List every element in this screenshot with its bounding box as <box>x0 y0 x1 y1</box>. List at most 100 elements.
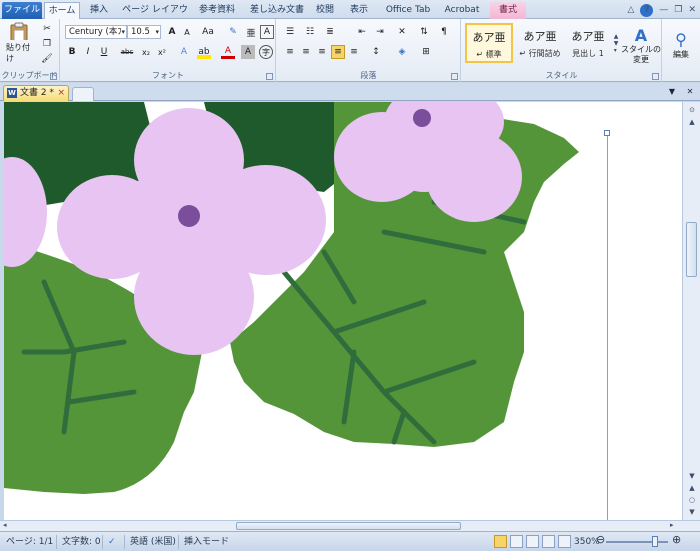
character-border-button[interactable]: A <box>260 25 274 39</box>
grow-font-button[interactable]: A <box>165 25 179 39</box>
cut-icon[interactable]: ✂ <box>40 22 54 36</box>
sort-icon[interactable]: ⇅ <box>417 25 431 39</box>
tab-office-tab[interactable]: Office Tab <box>380 2 436 19</box>
new-tab-button[interactable] <box>72 87 94 101</box>
tab-format[interactable]: 書式 <box>490 2 526 19</box>
shrink-font-button[interactable]: A <box>180 25 194 39</box>
multilevel-list-icon[interactable]: ≣ <box>323 25 337 39</box>
font-name-value: Century (本ﾌ <box>69 27 122 37</box>
align-right-icon[interactable]: ≡ <box>315 45 329 59</box>
tab-home[interactable]: ホーム <box>44 2 80 20</box>
insert-mode-indicator[interactable]: 挿入モード <box>184 536 229 548</box>
styles-gallery-scroll[interactable]: ▲ ▼ ▾ <box>612 23 620 63</box>
draft-view-icon[interactable] <box>558 535 571 548</box>
next-page-icon[interactable]: ▼ <box>686 508 698 518</box>
scroll-right-icon[interactable]: ▸ <box>670 521 674 529</box>
print-layout-view-icon[interactable] <box>494 535 507 548</box>
character-shading-icon[interactable]: A <box>241 45 255 59</box>
web-layout-icon[interactable] <box>526 535 539 548</box>
phonetic-guide-icon[interactable]: 亜 <box>244 25 258 39</box>
align-left-icon[interactable]: ≡ <box>283 45 297 59</box>
format-painter-icon[interactable]: 🖌 <box>40 52 54 66</box>
style-normal[interactable]: あア亜 ↵ 標準 <box>465 23 513 63</box>
horizontal-scroll-thumb[interactable] <box>236 522 461 530</box>
change-styles-button[interactable]: A スタイルの 変更 <box>620 21 662 69</box>
decrease-indent-icon[interactable]: ⇤ <box>355 25 369 39</box>
paragraph-launcher-icon[interactable] <box>451 73 458 80</box>
scroll-up-icon[interactable]: ▲ <box>686 118 698 128</box>
tab-bar-close-icon[interactable]: ✕ <box>684 86 696 98</box>
copy-icon[interactable]: ❐ <box>40 37 54 51</box>
language-indicator[interactable]: 英語 (米国) <box>130 536 176 548</box>
line-spacing-icon[interactable]: ↕ <box>369 45 383 59</box>
zoom-slider[interactable] <box>606 541 668 543</box>
right-flower-dot <box>413 109 431 127</box>
tab-file[interactable]: ファイル <box>2 2 42 19</box>
highlight-icon[interactable]: ab <box>197 45 211 59</box>
subscript-button[interactable]: x₂ <box>139 45 153 59</box>
change-case-button[interactable]: Aa <box>199 25 217 39</box>
font-size-combo[interactable]: 10.5 ▾ <box>127 25 161 39</box>
help-icon[interactable]: ? <box>640 3 654 17</box>
styles-launcher-icon[interactable] <box>652 73 659 80</box>
editing-button[interactable]: ⚲ 編集 <box>665 21 697 69</box>
vertical-scroll-thumb[interactable] <box>686 222 697 277</box>
italic-button[interactable]: I <box>81 45 95 59</box>
tab-review[interactable]: 校閲 <box>312 2 338 19</box>
shading-icon[interactable]: ◈ <box>395 45 409 59</box>
document-canvas[interactable] <box>0 102 682 520</box>
tab-insert[interactable]: 挿入 <box>84 2 114 19</box>
bold-button[interactable]: B <box>65 45 79 59</box>
zoom-slider-knob[interactable] <box>652 536 658 547</box>
full-screen-reading-icon[interactable] <box>510 535 523 548</box>
vertical-scrollbar[interactable]: ⊙ ▲ ▼ ▲ ○ ▼ <box>682 102 700 520</box>
close-icon[interactable]: ✕ <box>688 4 696 16</box>
numbering-icon[interactable]: ☷ <box>303 25 317 39</box>
tab-view[interactable]: 表示 <box>345 2 373 19</box>
word-count[interactable]: 文字数: 0 <box>62 536 101 548</box>
image-handle[interactable] <box>604 130 610 136</box>
restore-icon[interactable]: ❐ <box>674 4 682 16</box>
minimize-ribbon-icon[interactable]: △ <box>627 4 634 16</box>
tab-references[interactable]: 参考資料 <box>195 2 239 19</box>
paste-button[interactable]: 貼り付け <box>6 22 32 64</box>
page-indicator[interactable]: ページ: 1/1 <box>6 536 53 548</box>
show-marks-icon[interactable]: ¶ <box>437 25 451 39</box>
justify-icon[interactable]: ≡ <box>331 45 345 59</box>
style-heading-1[interactable]: あア亜 見出し 1 <box>564 23 612 63</box>
tab-page-layout[interactable]: ページ レイアウト <box>120 2 190 31</box>
enclose-characters-icon[interactable]: 字 <box>259 45 273 59</box>
tab-mailings[interactable]: 差し込み文書 <box>246 2 308 19</box>
tab-list-icon[interactable]: ▼ <box>666 86 678 98</box>
scroll-down-icon[interactable]: ▼ <box>686 472 698 482</box>
tab-acrobat[interactable]: Acrobat <box>440 2 484 19</box>
zoom-in-icon[interactable]: ⊕ <box>672 534 681 546</box>
font-launcher-icon[interactable] <box>266 73 273 80</box>
tab-close-icon[interactable]: × <box>57 86 65 100</box>
strikethrough-button[interactable]: abc <box>119 45 135 59</box>
clear-formatting-icon[interactable]: ✎ <box>226 25 240 39</box>
superscript-button[interactable]: x² <box>155 45 169 59</box>
underline-button[interactable]: U <box>97 45 111 59</box>
align-center-icon[interactable]: ≡ <box>299 45 313 59</box>
ruler-toggle-icon[interactable]: ⊙ <box>686 106 698 116</box>
proofing-icon[interactable]: ✓ <box>108 536 116 548</box>
distributed-icon[interactable]: ≡ <box>347 45 361 59</box>
previous-page-icon[interactable]: ▲ <box>686 484 698 494</box>
borders-icon[interactable]: ⊞ <box>419 45 433 59</box>
text-effects-icon[interactable]: A <box>177 45 191 59</box>
font-color-button[interactable]: A <box>221 45 235 59</box>
increase-indent-icon[interactable]: ⇥ <box>373 25 387 39</box>
bullets-icon[interactable]: ☰ <box>283 25 297 39</box>
text-direction-icon[interactable]: ✕ <box>395 25 409 39</box>
style-no-spacing[interactable]: あア亜 ↵ 行間詰め <box>516 23 564 63</box>
font-name-combo[interactable]: Century (本ﾌ ▾ <box>65 25 127 39</box>
zoom-out-icon[interactable]: ⊖ <box>596 534 605 546</box>
document-tab[interactable]: W 文書 2 * × <box>3 85 69 101</box>
horizontal-scrollbar[interactable]: ◂ ▸ <box>0 520 700 531</box>
clipboard-launcher-icon[interactable] <box>50 73 57 80</box>
minimize-icon[interactable]: — <box>659 4 668 16</box>
scroll-left-icon[interactable]: ◂ <box>3 521 7 529</box>
browse-object-icon[interactable]: ○ <box>686 496 698 506</box>
outline-view-icon[interactable] <box>542 535 555 548</box>
